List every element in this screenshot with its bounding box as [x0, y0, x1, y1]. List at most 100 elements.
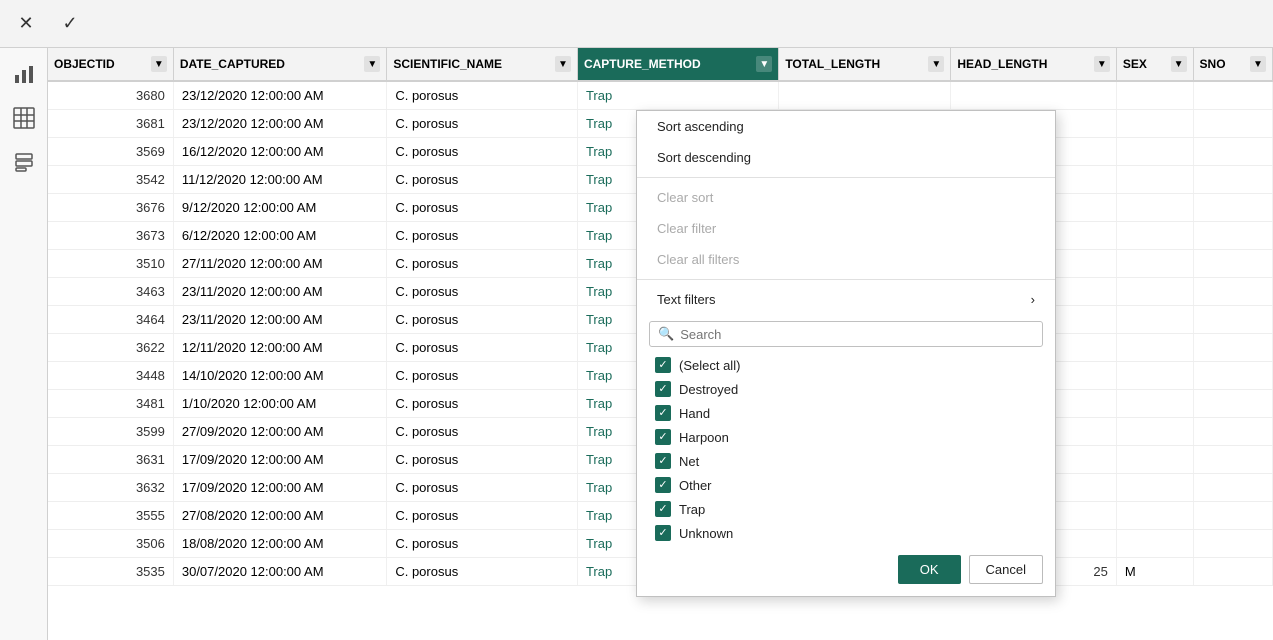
cancel-button[interactable]: Cancel: [969, 555, 1043, 584]
cell-sex: [1116, 474, 1193, 502]
col-header-objectid[interactable]: OBJECTID ▼: [48, 48, 173, 81]
layers-icon[interactable]: [6, 144, 42, 180]
col-label-date_captured: DATE_CAPTURED: [180, 57, 285, 71]
cell-sex: [1116, 278, 1193, 306]
filter-option-unknown[interactable]: ✓ Unknown: [649, 521, 1043, 545]
checkbox-other[interactable]: ✓: [655, 477, 671, 493]
checkmark-trap: ✓: [658, 504, 667, 515]
cell-objectid: 3599: [48, 418, 173, 446]
clear-all-filters-item[interactable]: Clear all filters: [637, 244, 1055, 275]
filter-dropdown: Sort ascending Sort descending Clear sor…: [636, 110, 1056, 597]
text-filters-item[interactable]: Text filters ›: [637, 284, 1055, 315]
filter-option-hand[interactable]: ✓ Hand: [649, 401, 1043, 425]
cell-sex: [1116, 502, 1193, 530]
cell-objectid: 3622: [48, 334, 173, 362]
clear-sort-item[interactable]: Clear sort: [637, 182, 1055, 213]
filter-btn-total_length[interactable]: ▼: [928, 56, 944, 72]
cell-objectid: 3506: [48, 530, 173, 558]
cell-sex: [1116, 194, 1193, 222]
cell-scientific_name: C. porosus: [387, 250, 578, 278]
filter-label-harpoon: Harpoon: [679, 430, 729, 445]
filter-option-harpoon[interactable]: ✓ Harpoon: [649, 425, 1043, 449]
col-label-sno: SNO: [1200, 57, 1226, 71]
col-header-date_captured[interactable]: DATE_CAPTURED ▼: [173, 48, 386, 81]
filter-btn-head_length[interactable]: ▼: [1094, 56, 1110, 72]
cell-sno: [1193, 362, 1272, 390]
checkbox-harpoon[interactable]: ✓: [655, 429, 671, 445]
table-row: 368023/12/2020 12:00:00 AMC. porosusTrap: [48, 81, 1273, 110]
cell-objectid: 3464: [48, 306, 173, 334]
cell-date_captured: 11/12/2020 12:00:00 AM: [173, 166, 386, 194]
cell-objectid: 3481: [48, 390, 173, 418]
col-label-scientific_name: SCIENTIFIC_NAME: [393, 57, 502, 71]
cell-date_captured: 12/11/2020 12:00:00 AM: [173, 334, 386, 362]
sort-descending-item[interactable]: Sort descending: [637, 142, 1055, 173]
checkbox-net[interactable]: ✓: [655, 453, 671, 469]
chevron-right-icon: ›: [1031, 292, 1035, 307]
cell-date_captured: 6/12/2020 12:00:00 AM: [173, 222, 386, 250]
filter-btn-date_captured[interactable]: ▼: [364, 56, 380, 72]
checkbox-hand[interactable]: ✓: [655, 405, 671, 421]
filter-option-destroyed[interactable]: ✓ Destroyed: [649, 377, 1043, 401]
filter-label-unknown: Unknown: [679, 526, 733, 541]
col-label-sex: SEX: [1123, 57, 1147, 71]
cell-scientific_name: C. porosus: [387, 334, 578, 362]
cell-scientific_name: C. porosus: [387, 362, 578, 390]
checkbox-select_all[interactable]: ✓: [655, 357, 671, 373]
cell-scientific_name: C. porosus: [387, 81, 578, 110]
col-header-sex[interactable]: SEX ▼: [1116, 48, 1193, 81]
cell-objectid: 3681: [48, 110, 173, 138]
cell-sno: [1193, 194, 1272, 222]
filter-option-select_all[interactable]: ✓ (Select all): [649, 353, 1043, 377]
col-header-sno[interactable]: SNO ▼: [1193, 48, 1272, 81]
checkmark-other: ✓: [658, 480, 667, 491]
filter-btn-objectid[interactable]: ▼: [151, 56, 167, 72]
checkmark-hand: ✓: [658, 408, 667, 419]
clear-filter-item[interactable]: Clear filter: [637, 213, 1055, 244]
confirm-button[interactable]: ✓: [56, 10, 84, 38]
chart-icon[interactable]: [6, 56, 42, 92]
close-button[interactable]: ✕: [12, 10, 40, 38]
table-icon[interactable]: [6, 100, 42, 136]
cell-objectid: 3680: [48, 81, 173, 110]
filter-option-trap[interactable]: ✓ Trap: [649, 497, 1043, 521]
checkmark-harpoon: ✓: [658, 432, 667, 443]
col-header-head_length[interactable]: HEAD_LENGTH ▼: [951, 48, 1116, 81]
search-input[interactable]: [680, 327, 1034, 342]
filter-option-other[interactable]: ✓ Other: [649, 473, 1043, 497]
ok-button[interactable]: OK: [898, 555, 961, 584]
search-container: 🔍: [649, 321, 1043, 347]
divider-1: [637, 177, 1055, 178]
filter-option-net[interactable]: ✓ Net: [649, 449, 1043, 473]
cell-date_captured: 9/12/2020 12:00:00 AM: [173, 194, 386, 222]
filter-checkbox-list: ✓ (Select all) ✓ Destroyed ✓ Hand ✓ Harp…: [637, 353, 1055, 545]
filter-btn-sno[interactable]: ▼: [1250, 56, 1266, 72]
cell-date_captured: 23/11/2020 12:00:00 AM: [173, 278, 386, 306]
cell-objectid: 3542: [48, 166, 173, 194]
col-header-scientific_name[interactable]: SCIENTIFIC_NAME ▼: [387, 48, 578, 81]
cell-date_captured: 27/11/2020 12:00:00 AM: [173, 250, 386, 278]
checkbox-destroyed[interactable]: ✓: [655, 381, 671, 397]
cell-date_captured: 14/10/2020 12:00:00 AM: [173, 362, 386, 390]
filter-btn-capture_method[interactable]: ▼: [756, 56, 772, 72]
cell-sno: [1193, 558, 1272, 586]
filter-btn-scientific_name[interactable]: ▼: [555, 56, 571, 72]
cell-sno: [1193, 530, 1272, 558]
cell-scientific_name: C. porosus: [387, 306, 578, 334]
cell-date_captured: 1/10/2020 12:00:00 AM: [173, 390, 386, 418]
col-header-total_length[interactable]: TOTAL_LENGTH ▼: [779, 48, 951, 81]
cell-objectid: 3673: [48, 222, 173, 250]
col-label-capture_method: CAPTURE_METHOD: [584, 57, 701, 71]
cell-sno: [1193, 222, 1272, 250]
checkbox-unknown[interactable]: ✓: [655, 525, 671, 541]
checkbox-trap[interactable]: ✓: [655, 501, 671, 517]
sort-ascending-item[interactable]: Sort ascending: [637, 111, 1055, 142]
divider-2: [637, 279, 1055, 280]
filter-label-select_all: (Select all): [679, 358, 740, 373]
cell-sex: [1116, 166, 1193, 194]
filter-btn-sex[interactable]: ▼: [1171, 56, 1187, 72]
col-header-capture_method[interactable]: CAPTURE_METHOD ▼: [577, 48, 778, 81]
cell-date_captured: 17/09/2020 12:00:00 AM: [173, 474, 386, 502]
cell-sex: [1116, 390, 1193, 418]
cell-sex: [1116, 530, 1193, 558]
